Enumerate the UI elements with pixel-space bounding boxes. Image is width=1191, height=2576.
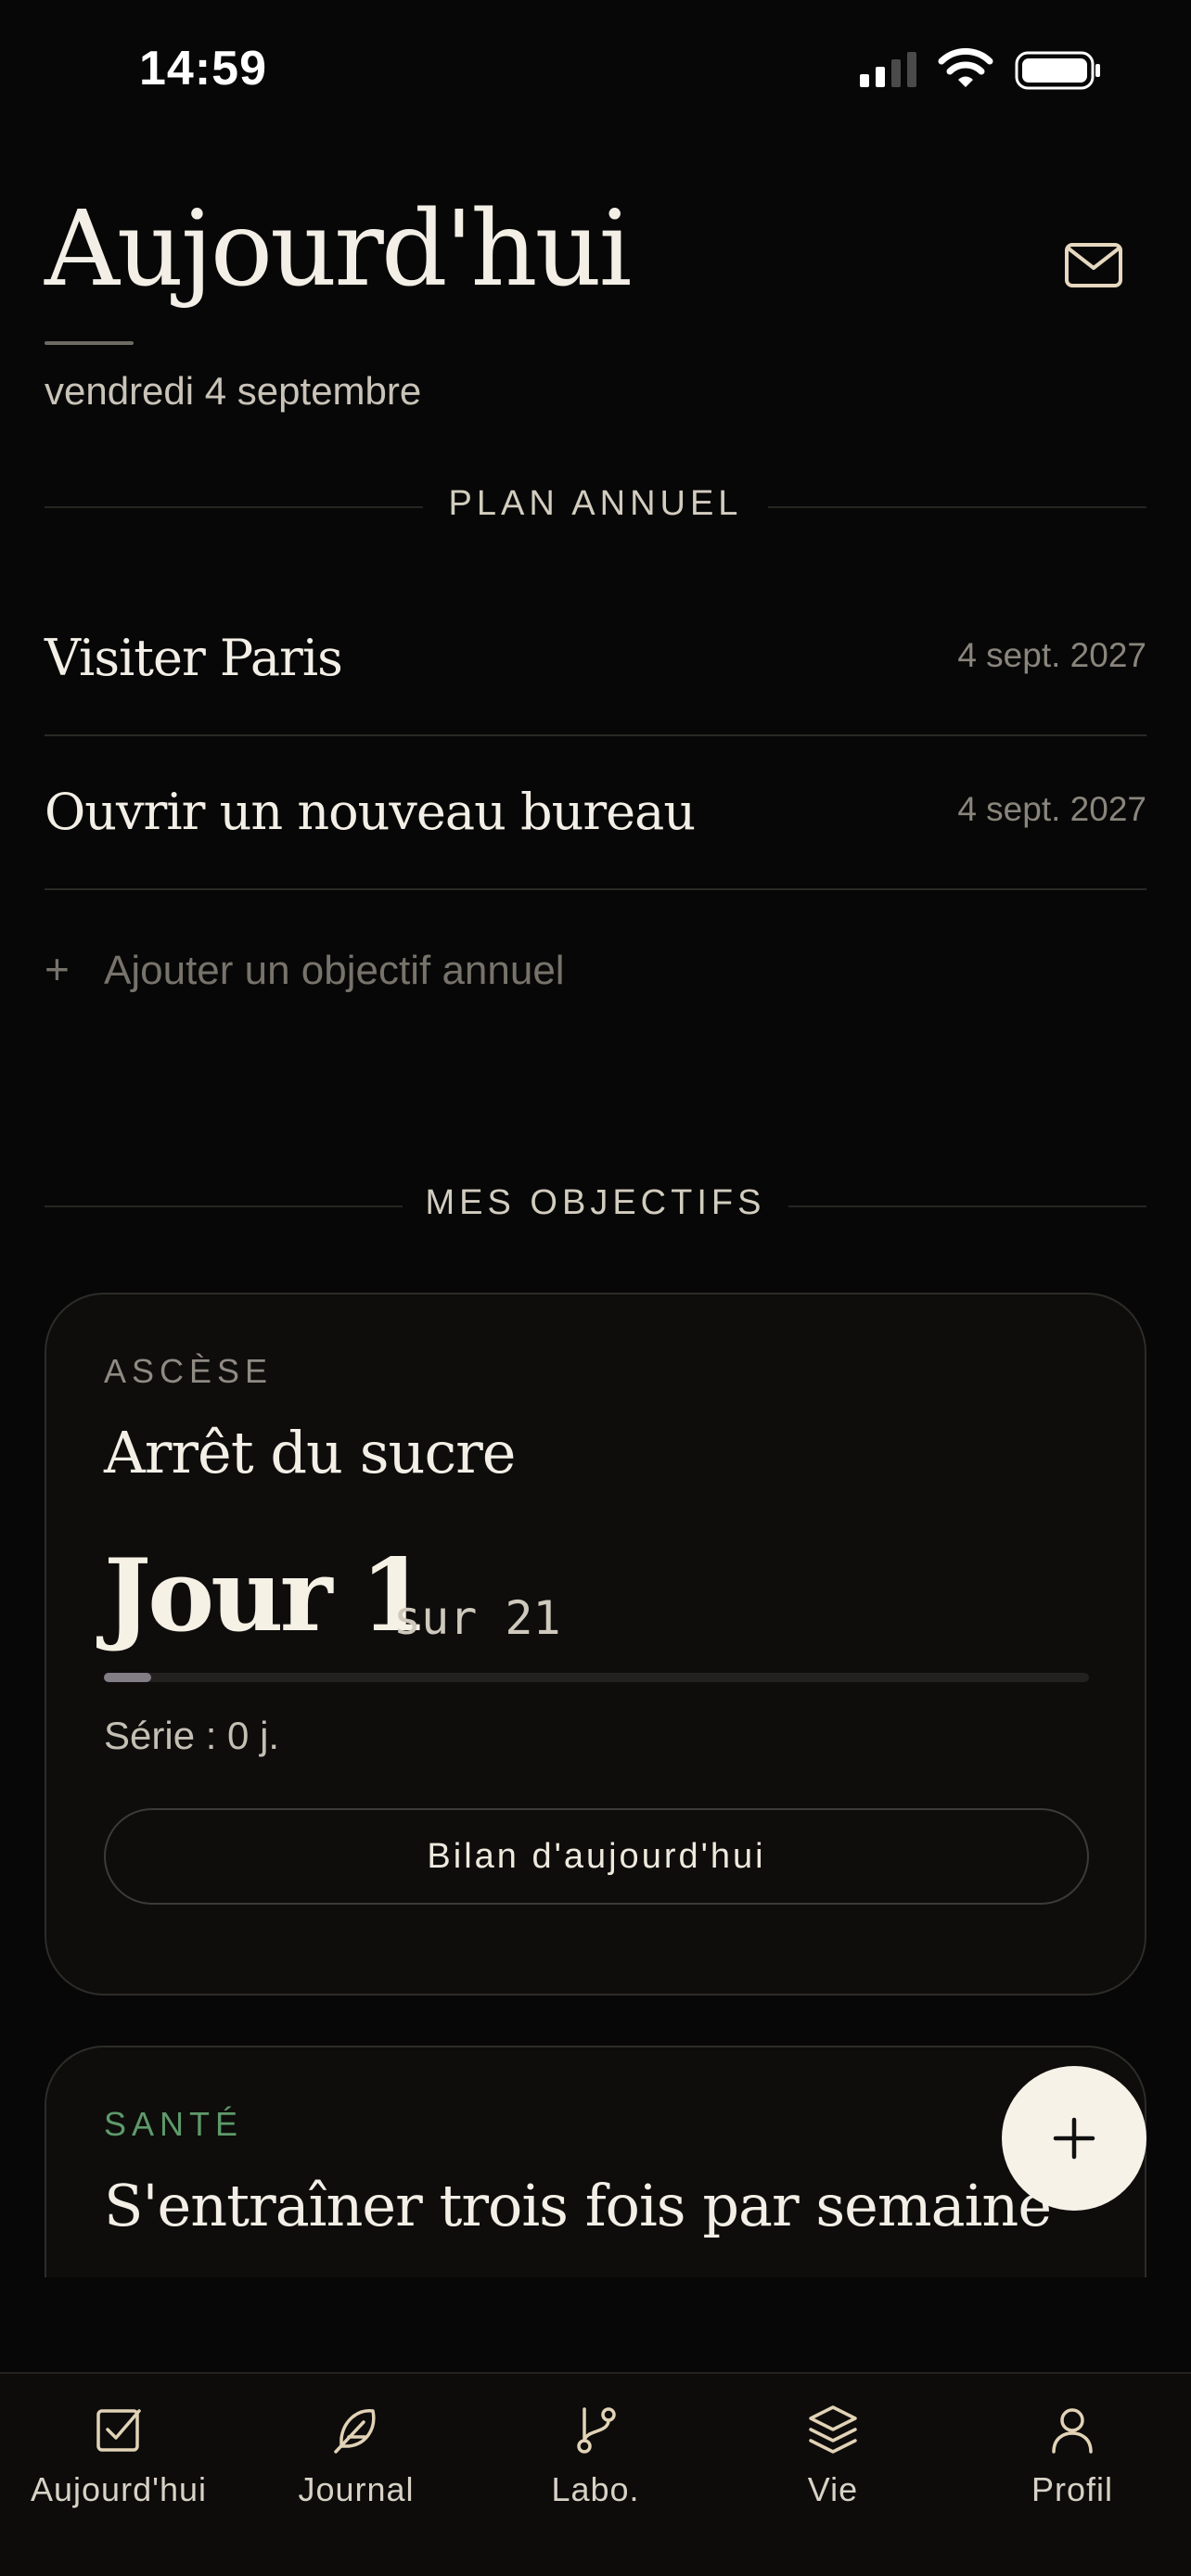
checkbox-icon (96, 2409, 141, 2452)
tab-bar: Aujourd'hui Journal Labo. Vie Profil (0, 2372, 1191, 2576)
progress-fill (104, 1673, 151, 1682)
plus-icon (1053, 2117, 1095, 2160)
current-date: vendredi 4 septembre (45, 369, 422, 413)
annual-goal-name: Visiter Paris (45, 629, 343, 687)
layers-icon (809, 2405, 857, 2454)
section-label: PLAN ANNUEL (448, 484, 743, 523)
wifi-icon (938, 47, 993, 87)
tab-today[interactable]: Aujourd'hui (0, 2374, 237, 2576)
mail-button[interactable] (1059, 236, 1128, 295)
daily-review-button[interactable]: Bilan d'aujourd'hui (104, 1808, 1089, 1905)
objective-category: ASCÈSE (104, 1352, 274, 1390)
status-time: 14:59 (139, 42, 267, 96)
title-underline (45, 341, 134, 345)
objective-category: SANTÉ (104, 2105, 244, 2143)
tab-label: Labo. (551, 2470, 640, 2508)
battery-icon (1015, 51, 1100, 90)
annual-goal-row[interactable]: Visiter Paris 4 sept. 2027 (45, 582, 1146, 736)
cellular-signal-icon (860, 52, 916, 87)
section-label: MES OBJECTIFS (425, 1183, 766, 1222)
annual-goal-row[interactable]: Ouvrir un nouveau bureau 4 sept. 2027 (45, 736, 1146, 890)
annual-goal-date: 4 sept. 2027 (957, 636, 1146, 674)
page-title: Aujourd'hui (45, 189, 632, 310)
tab-profil[interactable]: Profil (954, 2374, 1191, 2576)
section-header-annual-plan: PLAN ANNUEL (45, 484, 1146, 530)
tab-label: Profil (1031, 2470, 1114, 2508)
add-objective-button[interactable] (1002, 2066, 1146, 2211)
tab-labo[interactable]: Labo. (477, 2374, 714, 2576)
progress-bar (104, 1673, 1089, 1682)
plus-icon: + (45, 945, 70, 993)
objective-title: S'entraîner trois fois par semaine (104, 2172, 1052, 2239)
tab-label: Aujourd'hui (31, 2470, 207, 2508)
envelope-icon (1065, 243, 1122, 287)
day-total: sur 21 (393, 1591, 561, 1645)
add-annual-goal-label: Ajouter un objectif annuel (104, 948, 565, 993)
day-counter: Jour 1 (104, 1537, 429, 1654)
objective-title: Arrêt du sucre (104, 1419, 516, 1486)
section-header-objectives: MES OBJECTIFS (45, 1183, 1146, 1230)
objective-card[interactable]: ASCÈSE Arrêt du sucre Jour 1 sur 21 Séri… (45, 1293, 1146, 1996)
feather-icon (334, 2409, 376, 2454)
objective-card[interactable]: SANTÉ S'entraîner trois fois par semaine (45, 2046, 1146, 2277)
tab-vie[interactable]: Vie (714, 2374, 952, 2576)
tab-label: Journal (298, 2470, 415, 2508)
user-icon (1052, 2408, 1093, 2454)
branch-icon (577, 2407, 616, 2454)
tab-journal[interactable]: Journal (237, 2374, 475, 2576)
add-annual-goal-button[interactable]: + Ajouter un objectif annuel (45, 944, 694, 1000)
tab-label: Vie (807, 2470, 859, 2508)
status-bar: 14:59 (0, 0, 1191, 139)
annual-goal-date: 4 sept. 2027 (957, 790, 1146, 828)
streak-text: Série : 0 j. (104, 1714, 280, 1757)
annual-goal-name: Ouvrir un nouveau bureau (45, 783, 696, 841)
